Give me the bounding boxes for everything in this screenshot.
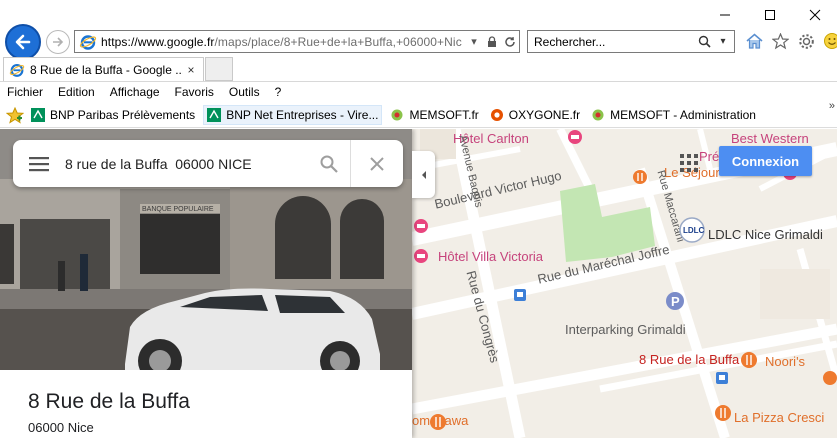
add-favorite-icon[interactable] [5, 106, 25, 124]
favorite-label: MEMSOFT - Administration [610, 108, 756, 122]
ie-logo-icon [79, 34, 97, 50]
bnp-logo-icon [31, 108, 45, 122]
close-icon [809, 9, 820, 21]
close-icon[interactable] [351, 140, 403, 187]
memsoft-logo-icon [391, 109, 403, 121]
gear-icon[interactable] [796, 31, 816, 51]
browser-toolbar [744, 30, 837, 52]
browser-chrome: https://www.google.fr/maps/place/8+Rue+d… [0, 0, 837, 129]
restaurant-pin-icon[interactable] [714, 404, 732, 422]
ldlc-logo-icon[interactable]: LDLC [678, 216, 706, 244]
hotel-pin-icon[interactable] [566, 129, 584, 147]
restaurant-pin-icon[interactable] [740, 351, 758, 369]
maps-search-input[interactable]: 8 rue de la Buffa 06000 NICE [65, 156, 307, 172]
browser-search-box[interactable]: ▾ [527, 30, 735, 53]
search-icon[interactable] [307, 140, 351, 187]
forward-button[interactable] [46, 30, 70, 54]
search-dropdown-icon[interactable]: ▾ [715, 34, 731, 50]
favorites-overflow-button[interactable]: » [829, 100, 835, 112]
favorite-label: BNP Net Entreprises - Vire... [226, 108, 379, 122]
favorite-memsoft[interactable]: MEMSOFT.fr [390, 108, 479, 122]
arrow-right-icon [53, 37, 64, 47]
map-label-villa-victoria[interactable]: Hôtel Villa Victoria [438, 249, 543, 264]
back-button[interactable] [5, 24, 41, 60]
map-label-nooris[interactable]: Noori's [765, 354, 805, 369]
home-icon[interactable] [744, 31, 764, 51]
refresh-icon[interactable] [503, 35, 517, 49]
chevron-left-icon [421, 170, 426, 179]
maps-viewport: Hôtel Carlton Best Western Pré Le Séjour… [0, 129, 837, 438]
restaurant-pin-icon[interactable] [429, 413, 447, 431]
pin-label[interactable]: 8 Rue de la Buffa [639, 352, 739, 367]
menu-affichage[interactable]: Affichage [110, 85, 160, 99]
menu-help[interactable]: ? [275, 85, 282, 99]
favorites-bar: BNP Paribas Prélèvements BNP Net Entrepr… [0, 103, 837, 128]
place-title: 8 Rue de la Buffa [28, 390, 190, 413]
dropdown-icon[interactable]: ▾ [467, 35, 481, 49]
place-panel: BANQUE POPULAIRE 8 rue de la Buffa 06000… [0, 129, 412, 438]
menu-favoris[interactable]: Favoris [175, 85, 214, 99]
favorite-oxygone[interactable]: OXYGONE.fr [490, 108, 580, 122]
parking-pin-icon[interactable]: P [665, 291, 685, 311]
tab-title: 8 Rue de la Buffa - Google ... [30, 62, 183, 77]
collapse-panel-button[interactable] [412, 151, 435, 198]
menu-outils[interactable]: Outils [229, 85, 260, 99]
bus-stop-icon[interactable] [716, 372, 728, 384]
address-url: https://www.google.fr/maps/place/8+Rue+d… [101, 34, 462, 49]
menu-bar: Fichier Edition Affichage Favoris Outils… [0, 81, 837, 102]
map-label-pizza-cresci[interactable]: La Pizza Cresci [734, 410, 824, 425]
favorite-label: BNP Paribas Prélèvements [50, 108, 196, 122]
memsoft-logo-icon [592, 109, 604, 121]
new-tab-button[interactable] [205, 57, 233, 81]
search-icon[interactable] [696, 34, 712, 50]
favorites-star-icon[interactable] [770, 31, 790, 51]
minimize-icon [719, 14, 730, 16]
favorite-bnp-net-entreprises[interactable]: BNP Net Entreprises - Vire... [203, 105, 383, 125]
svg-text:P: P [671, 294, 680, 309]
google-apps-icon[interactable] [679, 153, 699, 173]
tab-strip: 8 Rue de la Buffa - Google ... × [0, 57, 837, 81]
maximize-icon [764, 10, 775, 20]
map-label-best-western[interactable]: Best Western [731, 131, 809, 146]
window-controls [702, 0, 837, 30]
restaurant-pin-icon[interactable] [821, 369, 837, 387]
tab-close-button[interactable]: × [183, 63, 199, 77]
lock-icon[interactable] [485, 35, 499, 49]
oxygone-logo-icon [490, 109, 503, 121]
menu-edition[interactable]: Edition [58, 85, 95, 99]
arrow-left-icon [15, 34, 31, 50]
bnp-logo-icon [207, 108, 222, 122]
place-subtitle: 06000 Nice [28, 420, 94, 435]
address-bar[interactable]: https://www.google.fr/maps/place/8+Rue+d… [74, 30, 520, 53]
signin-button[interactable]: Connexion [719, 146, 812, 176]
hotel-pin-icon[interactable] [412, 247, 430, 265]
map-label-interparking[interactable]: Interparking Grimaldi [565, 322, 686, 337]
browser-search-input[interactable] [528, 34, 696, 49]
restaurant-pin-icon[interactable] [632, 169, 648, 187]
maps-search-box[interactable]: 8 rue de la Buffa 06000 NICE [13, 140, 403, 187]
favorite-label: OXYGONE.fr [508, 108, 581, 122]
ie-logo-icon [9, 63, 25, 77]
tab-active[interactable]: 8 Rue de la Buffa - Google ... × [3, 57, 204, 81]
map-label-pre[interactable]: Pré [699, 149, 719, 164]
close-window-button[interactable] [792, 0, 837, 30]
favorite-bnp-prelevements[interactable]: BNP Paribas Prélèvements [31, 108, 195, 122]
maximize-button[interactable] [747, 0, 792, 30]
smiley-feedback-icon[interactable] [822, 31, 837, 51]
menu-fichier[interactable]: Fichier [7, 85, 43, 99]
svg-text:BANQUE POPULAIRE: BANQUE POPULAIRE [142, 206, 214, 213]
favorite-memsoft-admin[interactable]: MEMSOFT - Administration [591, 108, 756, 122]
minimize-button[interactable] [702, 0, 747, 30]
svg-text:LDLC: LDLC [683, 226, 705, 235]
menu-hamburger-icon[interactable] [13, 140, 65, 187]
hotel-pin-icon[interactable] [412, 217, 430, 235]
favorite-label: MEMSOFT.fr [409, 108, 479, 122]
map-label-ldlc[interactable]: LDLC Nice Grimaldi [708, 227, 823, 242]
bus-stop-icon[interactable] [514, 289, 526, 301]
